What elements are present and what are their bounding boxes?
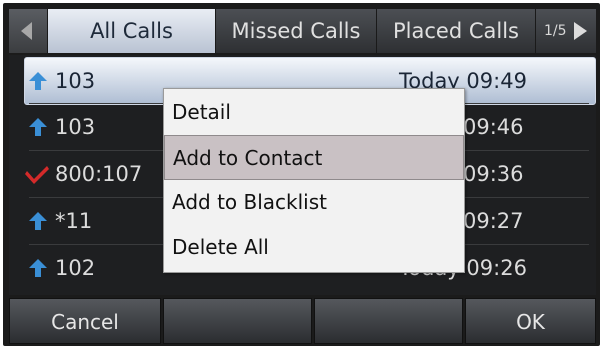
tab-all-calls[interactable]: All Calls — [48, 9, 216, 53]
placed-call-arrow-icon — [29, 72, 47, 90]
call-number: 800:107 — [55, 162, 143, 186]
softkey-bar: Cancel OK — [9, 298, 596, 344]
menu-item-detail[interactable]: Detail — [164, 90, 464, 135]
arrow-right-icon — [574, 22, 587, 40]
menu-item-add-to-contact[interactable]: Add to Contact — [164, 135, 464, 180]
call-time: 09:27 — [463, 209, 524, 233]
tab-bar: All Calls Missed Calls Placed Calls 1/5 — [9, 9, 596, 53]
tab-scroll-right-button[interactable]: 1/5 — [536, 9, 596, 53]
call-number: 103 — [55, 115, 96, 139]
softkey-2[interactable] — [163, 298, 312, 344]
call-time: 09:36 — [463, 162, 524, 186]
tab-scroll-left-button[interactable] — [9, 9, 48, 53]
call-number: 103 — [55, 69, 96, 93]
placed-call-arrow-icon — [29, 259, 47, 277]
ok-button[interactable]: OK — [465, 298, 596, 344]
cancel-button[interactable]: Cancel — [9, 298, 161, 344]
missed-call-arrow-icon — [25, 166, 49, 184]
tab-missed-calls[interactable]: Missed Calls — [216, 9, 377, 53]
menu-item-delete-all[interactable]: Delete All — [164, 225, 464, 270]
placed-call-arrow-icon — [29, 212, 47, 230]
call-number: *11 — [55, 209, 93, 233]
placed-call-arrow-icon — [29, 118, 47, 136]
arrow-left-icon — [21, 22, 32, 40]
context-menu: Detail Add to Contact Add to Blacklist D… — [163, 88, 465, 273]
phone-screen: All Calls Missed Calls Placed Calls 1/5 … — [0, 0, 606, 349]
softkey-3[interactable] — [314, 298, 463, 344]
call-time: 09:46 — [463, 115, 524, 139]
call-number: 102 — [55, 256, 96, 280]
menu-item-add-to-blacklist[interactable]: Add to Blacklist — [164, 180, 464, 225]
page-indicator: 1/5 — [544, 23, 567, 39]
tab-placed-calls[interactable]: Placed Calls — [377, 9, 536, 53]
